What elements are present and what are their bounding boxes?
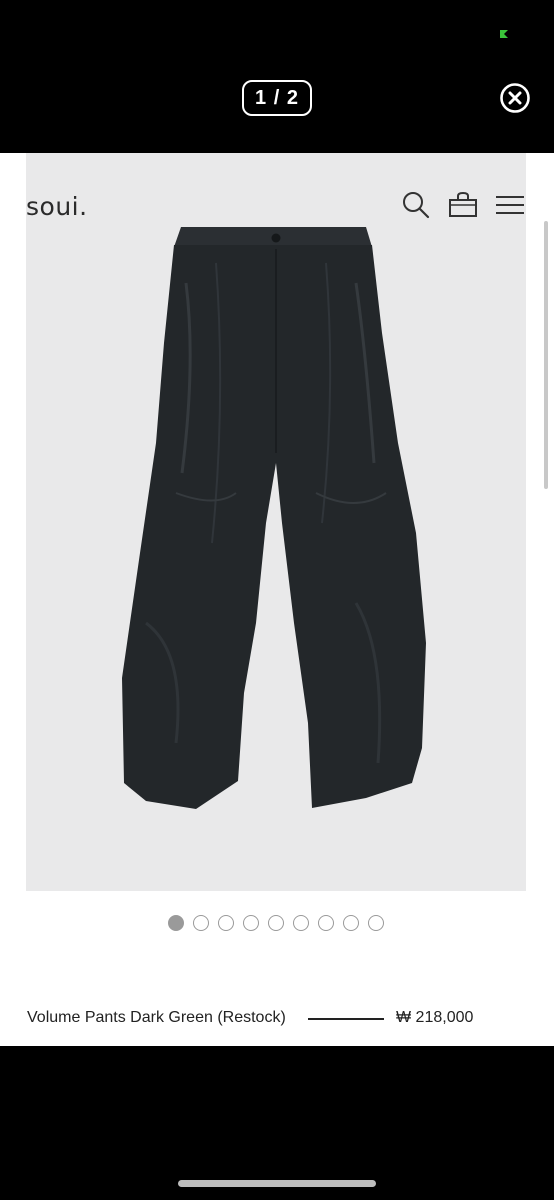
carousel-dot-1[interactable] [168,915,184,931]
product-photo: soui. [26,153,526,891]
carousel-dot-5[interactable] [268,915,284,931]
carousel-dot-3[interactable] [218,915,234,931]
green-status-icon [500,30,508,38]
carousel-dot-7[interactable] [318,915,334,931]
carousel-dot-8[interactable] [343,915,359,931]
image-viewer: soui. Volume Pants Dark Green (Restock) … [0,153,554,1046]
home-indicator[interactable] [178,1180,376,1187]
shopping-bag-icon[interactable] [447,189,479,221]
scrollbar[interactable] [544,221,548,489]
site-logo[interactable]: soui. [26,192,88,221]
product-price: ₩ 218,000 [396,1009,474,1026]
product-name: Volume Pants Dark Green (Restock) [27,1009,286,1026]
carousel-dot-2[interactable] [193,915,209,931]
pants-image [122,227,426,809]
carousel-dot-9[interactable] [368,915,384,931]
image-counter: 1 / 2 [242,80,312,116]
close-icon[interactable] [499,82,531,114]
carousel-dot-6[interactable] [293,915,309,931]
price-divider [308,1018,384,1020]
hamburger-menu-icon[interactable] [494,189,526,221]
carousel-dots [168,915,384,931]
carousel-dot-4[interactable] [243,915,259,931]
search-icon[interactable] [400,189,432,221]
